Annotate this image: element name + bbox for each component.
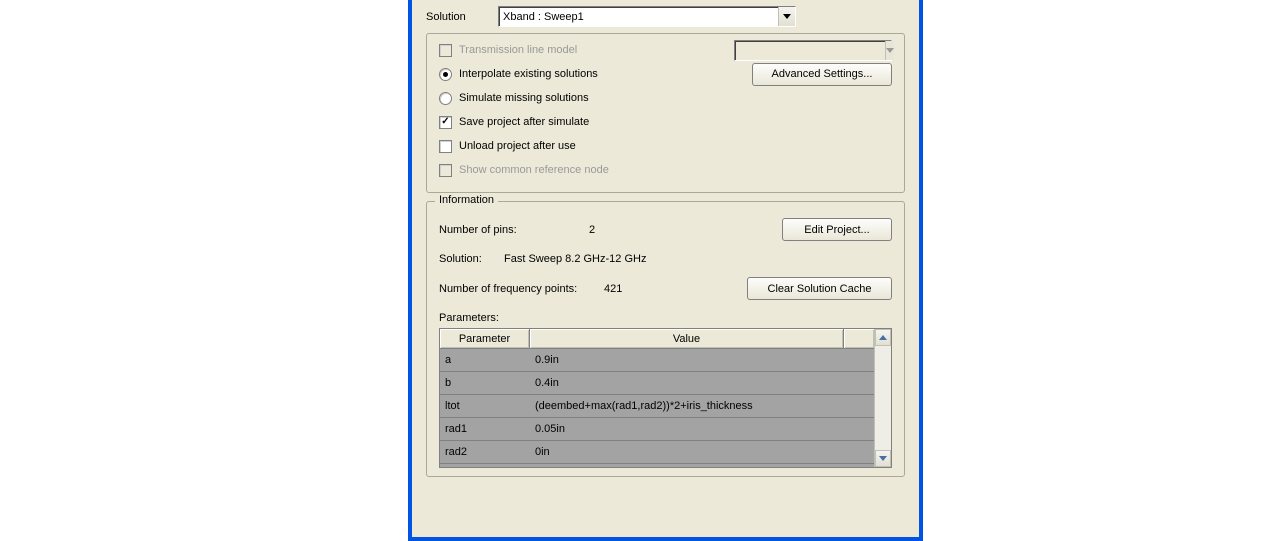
cell-value: 0in xyxy=(530,446,874,458)
unload-project-label: Unload project after use xyxy=(459,140,576,152)
freq-value: 421 xyxy=(604,283,664,295)
cell-value: (deembed+max(rad1,rad2))*2+iris_thicknes… xyxy=(530,400,874,412)
chevron-down-icon xyxy=(886,48,894,53)
parameters-table-body: a 0.9in b 0.4in ltot (deembed+max(rad1,r… xyxy=(440,349,874,464)
transmission-line-combo xyxy=(734,40,892,61)
transmission-line-combo-button xyxy=(885,41,894,60)
parameters-table-header: Parameter Value xyxy=(440,329,874,349)
table-row[interactable]: rad2 0in xyxy=(440,441,874,464)
unload-project-checkbox[interactable] xyxy=(439,140,452,153)
show-common-ref-checkbox xyxy=(439,164,452,177)
information-legend: Information xyxy=(435,194,498,206)
simulate-missing-row: Simulate missing solutions xyxy=(439,90,892,106)
freq-row: Number of frequency points: 421 Clear So… xyxy=(439,277,892,300)
edit-project-button[interactable]: Edit Project... xyxy=(782,218,892,241)
interpolate-row: Interpolate existing solutions Advanced … xyxy=(439,66,892,82)
cell-param: a xyxy=(440,354,530,366)
chevron-up-icon xyxy=(879,335,887,340)
show-common-ref-label: Show common reference node xyxy=(459,164,609,176)
params-label: Parameters: xyxy=(439,312,892,324)
cell-value: 0.05in xyxy=(530,423,874,435)
save-project-checkbox[interactable]: ✓ xyxy=(439,116,452,129)
simulate-missing-label: Simulate missing solutions xyxy=(459,92,589,104)
col-parameter[interactable]: Parameter xyxy=(440,329,530,348)
chevron-down-icon xyxy=(879,456,887,461)
cell-param: rad1 xyxy=(440,423,530,435)
cell-param: b xyxy=(440,377,530,389)
advanced-settings-button[interactable]: Advanced Settings... xyxy=(752,63,892,86)
transmission-line-checkbox xyxy=(439,44,452,57)
col-blank xyxy=(844,329,874,348)
solution-info-label: Solution: xyxy=(439,253,504,265)
chevron-down-icon xyxy=(783,14,791,19)
simulate-missing-radio[interactable] xyxy=(439,92,452,105)
solution-combo[interactable] xyxy=(498,6,796,27)
transmission-line-label: Transmission line model xyxy=(459,44,577,56)
pins-value: 2 xyxy=(589,224,679,236)
scroll-down-button[interactable] xyxy=(875,450,891,467)
unload-project-row: Unload project after use xyxy=(439,138,892,154)
dialog-content: Solution Transmission line model xyxy=(412,0,919,477)
solution-input[interactable] xyxy=(499,7,778,26)
solution-info-row: Solution: Fast Sweep 8.2 GHz-12 GHz xyxy=(439,253,892,265)
cell-value: 0.4in xyxy=(530,377,874,389)
clear-cache-button[interactable]: Clear Solution Cache xyxy=(747,277,892,300)
solution-label: Solution xyxy=(426,11,498,23)
transmission-line-row: Transmission line model xyxy=(439,42,892,58)
interpolate-radio[interactable] xyxy=(439,68,452,81)
options-panel: Transmission line model Interpolate exis… xyxy=(426,33,905,193)
freq-label: Number of frequency points: xyxy=(439,283,604,295)
col-value[interactable]: Value xyxy=(530,329,844,348)
solution-row: Solution xyxy=(426,6,905,27)
save-project-row: ✓ Save project after simulate xyxy=(439,114,892,130)
parameters-table: Parameter Value a 0.9in b 0.4in xyxy=(439,328,892,468)
table-row[interactable]: b 0.4in xyxy=(440,372,874,395)
information-panel: Information Number of pins: 2 Edit Proje… xyxy=(426,201,905,477)
pins-label: Number of pins: xyxy=(439,224,589,236)
interpolate-label: Interpolate existing solutions xyxy=(459,68,598,80)
save-project-label: Save project after simulate xyxy=(459,116,589,128)
radio-dot-icon xyxy=(443,72,448,77)
table-row[interactable]: a 0.9in xyxy=(440,349,874,372)
table-scrollbar[interactable] xyxy=(874,329,891,467)
check-icon: ✓ xyxy=(441,117,449,127)
solution-dropdown-button[interactable] xyxy=(778,7,795,26)
cell-param: rad2 xyxy=(440,446,530,458)
show-common-ref-row: Show common reference node xyxy=(439,162,892,178)
table-row[interactable]: rad1 0.05in xyxy=(440,418,874,441)
cell-value: 0.9in xyxy=(530,354,874,366)
scroll-track[interactable] xyxy=(875,346,891,450)
dialog-frame: Solution Transmission line model xyxy=(408,0,923,541)
cell-param: ltot xyxy=(440,400,530,412)
table-row[interactable]: ltot (deembed+max(rad1,rad2))*2+iris_thi… xyxy=(440,395,874,418)
scroll-up-button[interactable] xyxy=(875,329,891,346)
solution-info-value: Fast Sweep 8.2 GHz-12 GHz xyxy=(504,253,646,265)
pins-row: Number of pins: 2 Edit Project... xyxy=(439,218,892,241)
transmission-line-combo-input xyxy=(735,41,885,60)
parameters-table-main: Parameter Value a 0.9in b 0.4in xyxy=(440,329,874,467)
